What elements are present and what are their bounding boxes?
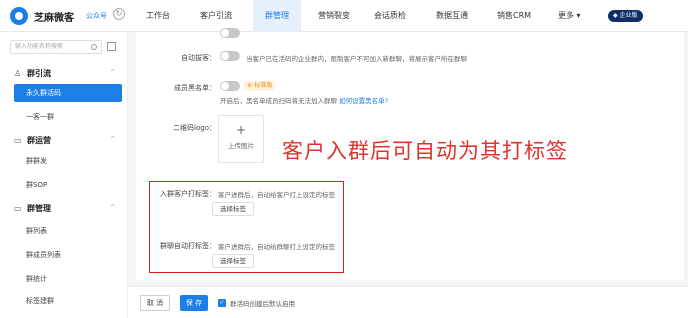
whitelist-hint-text: 开启后，黑名单成员扫码将无法加入群聊 xyxy=(220,97,337,105)
chat-icon: ▭ xyxy=(14,136,22,145)
account-type[interactable]: 公众号 xyxy=(86,11,107,21)
auto-remove-label: 自动拔客： xyxy=(181,54,216,62)
switch-icon[interactable]: ↻ xyxy=(113,8,125,20)
chevron-up-icon[interactable]: ^ xyxy=(110,69,115,76)
whitelist-toggle[interactable] xyxy=(220,81,240,91)
pro-badge: ♛ 标准版 xyxy=(244,81,276,91)
whitelist-hint: 开启后，黑名单成员扫码将无法加入群聊 如何设置黑名单? xyxy=(220,95,388,105)
select-customer-tag-button[interactable]: 选择标签 xyxy=(212,202,254,216)
nav-group-management[interactable]: 群管理 xyxy=(253,0,301,32)
upload-image-label: 上传图片 xyxy=(228,142,254,150)
default-enable-label: 群活码创建后默认启用 xyxy=(230,300,295,308)
save-button[interactable]: 保 存 xyxy=(180,295,208,311)
sidebar-item-group-list[interactable]: 群列表 xyxy=(26,226,47,236)
search-icon[interactable] xyxy=(91,44,97,50)
sidebar-item-permanent-qr[interactable]: 永久群活码 xyxy=(14,84,122,102)
sidebar-item-member-list[interactable]: 群成员列表 xyxy=(26,250,61,260)
search-placeholder: 输入功能名称搜索 xyxy=(15,43,64,50)
sidebar-item-group-broadcast[interactable]: 群群发 xyxy=(26,156,47,166)
top-bar: 芝麻微客 公众号 ↻ 工作台 客户引流 群管理 营销裂变 会话质检 数据互通 销… xyxy=(0,0,688,32)
whitelist-label: 成员黑名单： xyxy=(174,84,216,92)
sidebar-item-group-stats[interactable]: 群统计 xyxy=(26,274,47,284)
nav-workbench[interactable]: 工作台 xyxy=(146,0,170,32)
enterprise-badge-label: 企业版 xyxy=(619,12,638,19)
sidebar-item-group-sop[interactable]: 群SOP xyxy=(26,180,47,190)
sidebar-group-operations[interactable]: ▭ 群运营 xyxy=(14,135,51,146)
crown-icon: ♛ xyxy=(247,82,253,89)
search-input[interactable]: 输入功能名称搜索 xyxy=(10,40,102,54)
auto-remove-hint: 当客户已在活码的企业群内，限制客户不可加入新群聊，将展示客户所在群聊 xyxy=(246,55,467,63)
pro-badge-label: 标准版 xyxy=(254,82,273,89)
upload-image-button[interactable]: + 上传图片 xyxy=(218,115,264,163)
annotation-text: 客户入群后可自动为其打标签 xyxy=(282,139,568,163)
sidebar-group-label: 群引流 xyxy=(27,69,51,78)
whitelist-help-link[interactable]: 如何设置黑名单? xyxy=(339,97,388,105)
auto-remove-toggle[interactable] xyxy=(220,51,240,61)
group-tag-label: 群聊自动打标签： xyxy=(160,242,216,250)
chevron-up-icon[interactable]: ^ xyxy=(110,204,115,211)
customer-tag-hint: 客户进群后，自动给客户打上设定的标签 xyxy=(218,191,335,199)
app-logo-icon xyxy=(10,7,28,25)
nav-more[interactable]: 更多 ▾ xyxy=(558,0,581,32)
select-group-tag-button[interactable]: 选择标签 xyxy=(212,254,254,268)
sidebar: 输入功能名称搜索 ♙ 群引流 ^ 永久群活码 一客一群 ▭ 群运营 ^ 群群发 群S… xyxy=(0,32,128,318)
nav-data-interop[interactable]: 数据互通 xyxy=(436,0,468,32)
sidebar-group-management[interactable]: ▭ 群管理 xyxy=(14,203,51,214)
plus-icon: + xyxy=(235,123,247,137)
manage-icon: ▭ xyxy=(14,204,22,213)
form-panel: 自动拔客： 当客户已在活码的企业群内，限制客户不可加入新群聊，将展示客户所在群聊… xyxy=(136,28,684,280)
sidebar-group-traffic[interactable]: ♙ 群引流 xyxy=(14,68,51,79)
app-brand: 芝麻微客 xyxy=(34,13,74,24)
default-enable-checkbox[interactable]: ✓ xyxy=(218,299,226,307)
top-toggle[interactable] xyxy=(220,28,240,38)
sidebar-item-one-customer-group[interactable]: 一客一群 xyxy=(26,112,54,122)
enterprise-badge: ◆ 企业版 xyxy=(608,10,643,22)
sidebar-group-label: 群运营 xyxy=(27,136,51,145)
qr-logo-label: 二维码logo： xyxy=(173,124,216,132)
sidebar-item-tag-group[interactable]: 标签建群 xyxy=(26,296,54,306)
sidebar-group-label: 群管理 xyxy=(27,204,51,213)
chevron-up-icon[interactable]: ^ xyxy=(110,136,115,143)
grid-icon[interactable] xyxy=(107,42,116,51)
group-tag-hint: 客户进群后，自动给群聊打上设定的标签 xyxy=(218,243,335,251)
cancel-button[interactable]: 取 消 xyxy=(140,295,170,311)
nav-marketing[interactable]: 营销裂变 xyxy=(318,0,350,32)
nav-session-inspection[interactable]: 会话质检 xyxy=(374,0,406,32)
customer-tag-label: 入群客户打标签： xyxy=(160,190,216,198)
footer-bar: 取 消 保 存 ✓ 群活码创建后默认启用 xyxy=(128,286,688,318)
person-icon: ♙ xyxy=(14,69,22,78)
nav-sales-crm[interactable]: 销售CRM xyxy=(497,0,531,32)
